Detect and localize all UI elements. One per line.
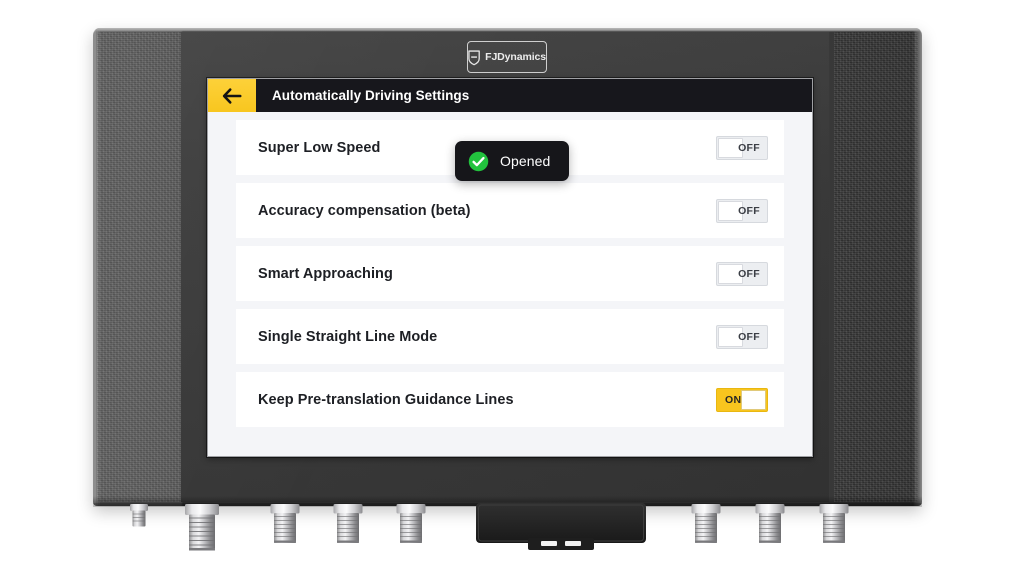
setting-row-single-straight-line-mode[interactable]: Single Straight Line Mode OFF [236,309,784,364]
check-circle-icon [468,151,489,171]
toggle-state-label: ON [725,393,742,406]
toggle-super-low-speed[interactable]: OFF [716,135,768,160]
connector-pin-small [129,503,149,527]
toggle-keep-pretranslation-guidance-lines[interactable]: ON [716,387,768,412]
back-button[interactable] [208,79,256,112]
fjdynamics-shield-icon [468,49,480,65]
toggle-state-label: OFF [738,267,760,280]
setting-label: Smart Approaching [258,265,393,282]
setting-label: Super Low Speed [258,139,381,156]
toggle-knob [741,389,766,410]
setting-label: Keep Pre-translation Guidance Lines [258,391,514,408]
setting-label: Single Straight Line Mode [258,328,438,345]
arrow-left-icon [222,87,242,104]
connector-main-harness [476,503,646,550]
toast-message: Opened [500,153,551,169]
page-title: Automatically Driving Settings [272,88,470,103]
device-screen: Automatically Driving Settings Super Low… [207,78,813,457]
screen-titlebar: Automatically Driving Settings [208,79,812,112]
connector-port-1 [270,503,300,544]
toggle-state-label: OFF [738,141,760,154]
setting-label: Accuracy compensation (beta) [258,202,471,219]
brand-logo-badge: FJDynamics [467,41,547,73]
toggle-state-label: OFF [738,330,760,343]
chassis-right-grain [834,32,918,502]
brand-logo-text: FJDynamics [485,51,546,63]
connector-antenna-large [184,503,220,551]
toggle-smart-approaching[interactable]: OFF [716,261,768,286]
toggle-accuracy-compensation[interactable]: OFF [716,198,768,223]
toggle-single-straight-line-mode[interactable]: OFF [716,324,768,349]
screenshot-stage: FJDynamics Automatically Driving Setting… [0,0,1024,576]
toggle-state-label: OFF [738,204,760,217]
connector-port-6 [819,503,849,544]
setting-row-accuracy-compensation[interactable]: Accuracy compensation (beta) OFF [236,183,784,238]
toast-notification: Opened [455,141,570,181]
chassis-left-grain [97,32,181,502]
setting-row-keep-pretranslation-guidance-lines[interactable]: Keep Pre-translation Guidance Lines ON [236,372,784,427]
connector-port-3 [396,503,426,544]
setting-row-smart-approaching[interactable]: Smart Approaching OFF [236,246,784,301]
connector-port-4 [691,503,721,544]
connector-port-5 [755,503,785,544]
connector-port-2 [333,503,363,544]
chassis-bottom-edge [93,496,922,506]
